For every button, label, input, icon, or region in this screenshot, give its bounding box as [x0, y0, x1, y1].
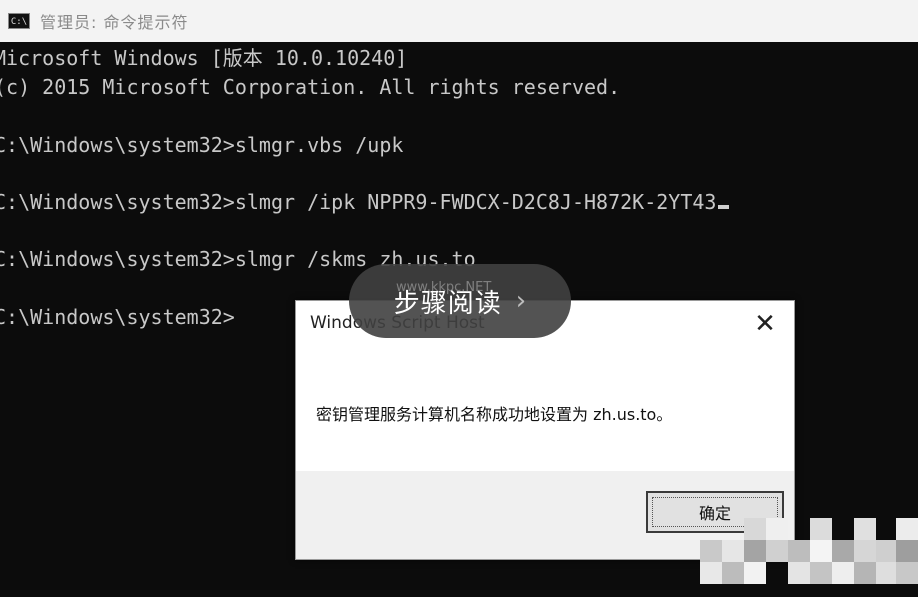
- watermark: www.kkpc.NET: [396, 280, 492, 295]
- close-icon[interactable]: ✕: [750, 309, 780, 339]
- text-cursor: [718, 205, 730, 209]
- dialog-message: 密钥管理服务计算机名称成功地设置为 zh.us.to。: [316, 405, 673, 424]
- console-line: C:\Windows\system32>: [0, 305, 235, 329]
- window-title: 管理员: 命令提示符: [40, 13, 189, 32]
- step-reading-overlay[interactable]: 步骤阅读 ›: [349, 264, 571, 338]
- chevron-right-icon: ›: [515, 286, 527, 316]
- console-line: (c) 2015 Microsoft Corporation. All righ…: [0, 75, 621, 99]
- console-line: C:\Windows\system32>slmgr.vbs /upk: [0, 133, 404, 157]
- console-line: C:\Windows\system32>slmgr /ipk NPPR9-FWD…: [0, 188, 730, 216]
- cmd-console-icon: C:\: [8, 13, 30, 29]
- blurred-region: [700, 500, 918, 597]
- console-line: Microsoft Windows [版本 10.0.10240]: [0, 46, 408, 70]
- console-line-text: C:\Windows\system32>slmgr /ipk NPPR9-FWD…: [0, 190, 717, 214]
- window-titlebar[interactable]: C:\ 管理员: 命令提示符: [0, 0, 918, 43]
